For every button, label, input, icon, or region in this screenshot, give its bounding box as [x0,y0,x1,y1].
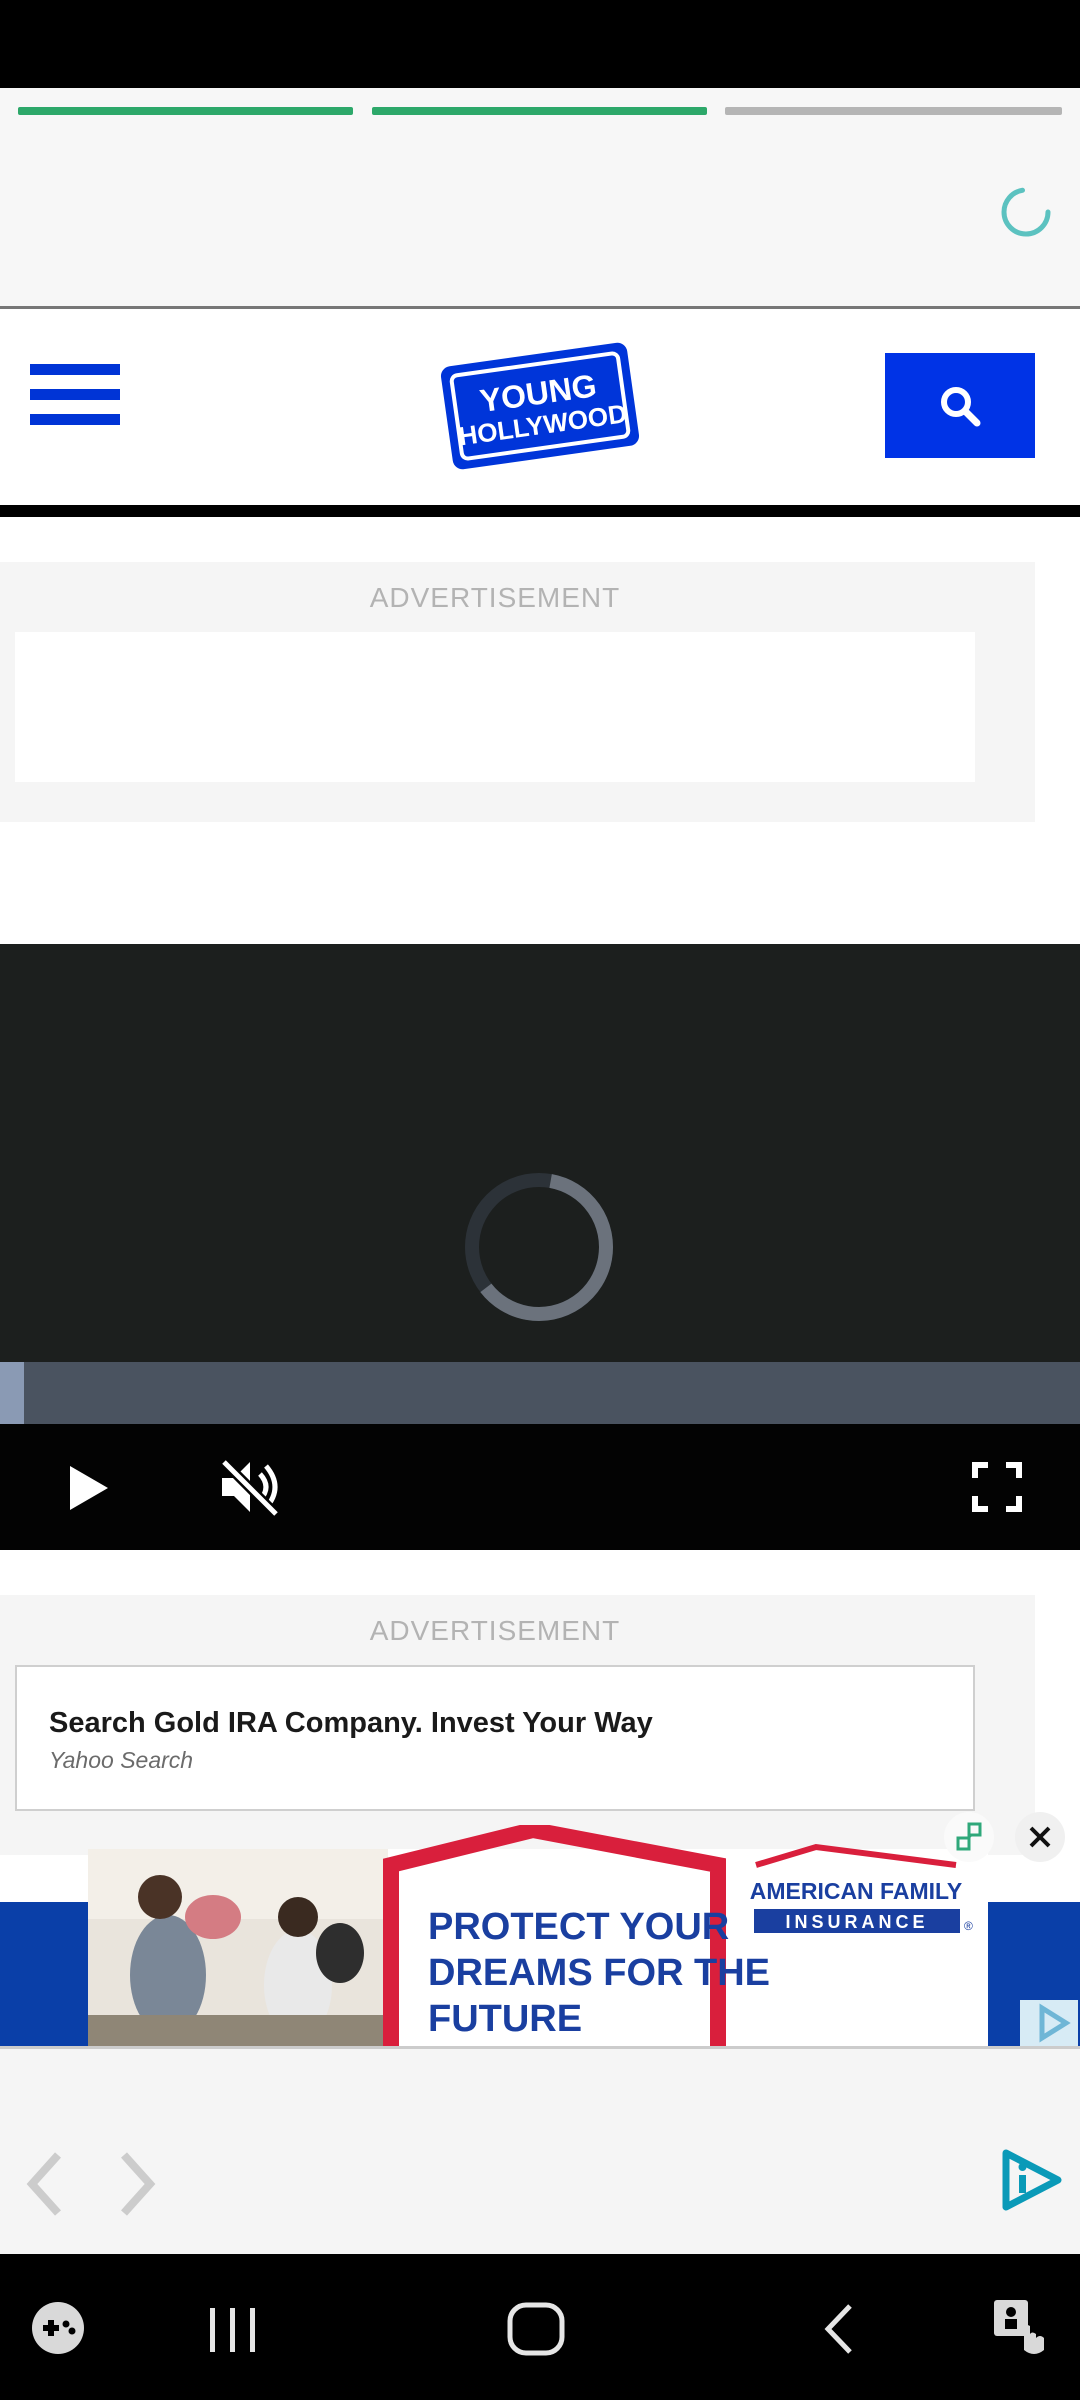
play-icon[interactable] [64,1464,112,1512]
advertisement-top: ADVERTISEMENT [0,562,1035,822]
young-hollywood-logo[interactable]: YOUNG HOLLYWOOD [440,332,640,480]
advertisement-label: ADVERTISEMENT [369,1615,621,1646]
story-progress-2 [372,107,707,115]
loading-spinner-icon [1001,187,1051,237]
video-loading-spinner-icon [465,1173,613,1321]
ad-title[interactable]: Search Gold IRA Company. Invest Your Way [49,1707,653,1740]
video-seek-bar[interactable] [0,1362,1080,1424]
ad-expand-button[interactable] [944,1812,994,1862]
banner-brand-2: INSURANCE [785,1912,928,1932]
insurance-banner-ad[interactable]: PROTECT YOUR DREAMS FOR THE FUTURE AMERI… [88,1825,988,2046]
header-divider [0,505,1080,517]
story-area [0,88,1080,309]
banner-brand-mark: ® [964,1919,973,1933]
game-launcher-icon[interactable] [30,2300,86,2356]
video-controls [0,1424,1080,1550]
ad-choices-icon[interactable] [1020,2000,1078,2046]
ad-slot[interactable] [15,632,975,782]
previous-arrow-icon[interactable] [22,2149,68,2219]
hamburger-line [30,389,120,400]
banner-headline-3: FUTURE [428,1998,582,2040]
next-arrow-icon[interactable] [114,2149,160,2219]
recent-apps-icon[interactable] [204,2304,260,2354]
accessibility-icon[interactable] [990,2296,1050,2360]
video-player[interactable] [0,944,1080,1362]
hamburger-icon [30,364,120,375]
search-ad-card[interactable]: Search Gold IRA Company. Invest Your Way… [15,1665,975,1811]
close-icon [1029,1826,1051,1848]
expand-icon [956,1822,982,1851]
banner-brand-1: AMERICAN FAMILY [750,1878,963,1904]
hamburger-line [30,414,120,425]
story-toolbar [0,2046,1080,2257]
home-icon[interactable] [505,2300,567,2358]
ad-source: Yahoo Search [49,1747,194,1773]
banner-headline-2: DREAMS FOR THE [428,1952,770,1994]
search-icon [941,386,981,426]
brand-play-icon[interactable] [998,2147,1066,2213]
video-seek-progress [0,1362,24,1424]
system-nav-bar [0,2254,1080,2400]
search-button[interactable] [885,353,1035,458]
story-progress-1 [18,107,353,115]
menu-button[interactable] [0,361,140,441]
fullscreen-icon[interactable] [972,1462,1022,1512]
back-icon[interactable] [818,2300,862,2358]
story-progress-3 [725,107,1062,115]
muted-icon[interactable] [218,1456,284,1518]
advertisement-label: ADVERTISEMENT [369,582,621,613]
status-bar [0,0,1080,88]
ad-close-button[interactable] [1015,1812,1065,1862]
advertisement-middle: ADVERTISEMENT Search Gold IRA Company. I… [0,1595,1035,1855]
banner-headline-1: PROTECT YOUR [428,1906,729,1948]
